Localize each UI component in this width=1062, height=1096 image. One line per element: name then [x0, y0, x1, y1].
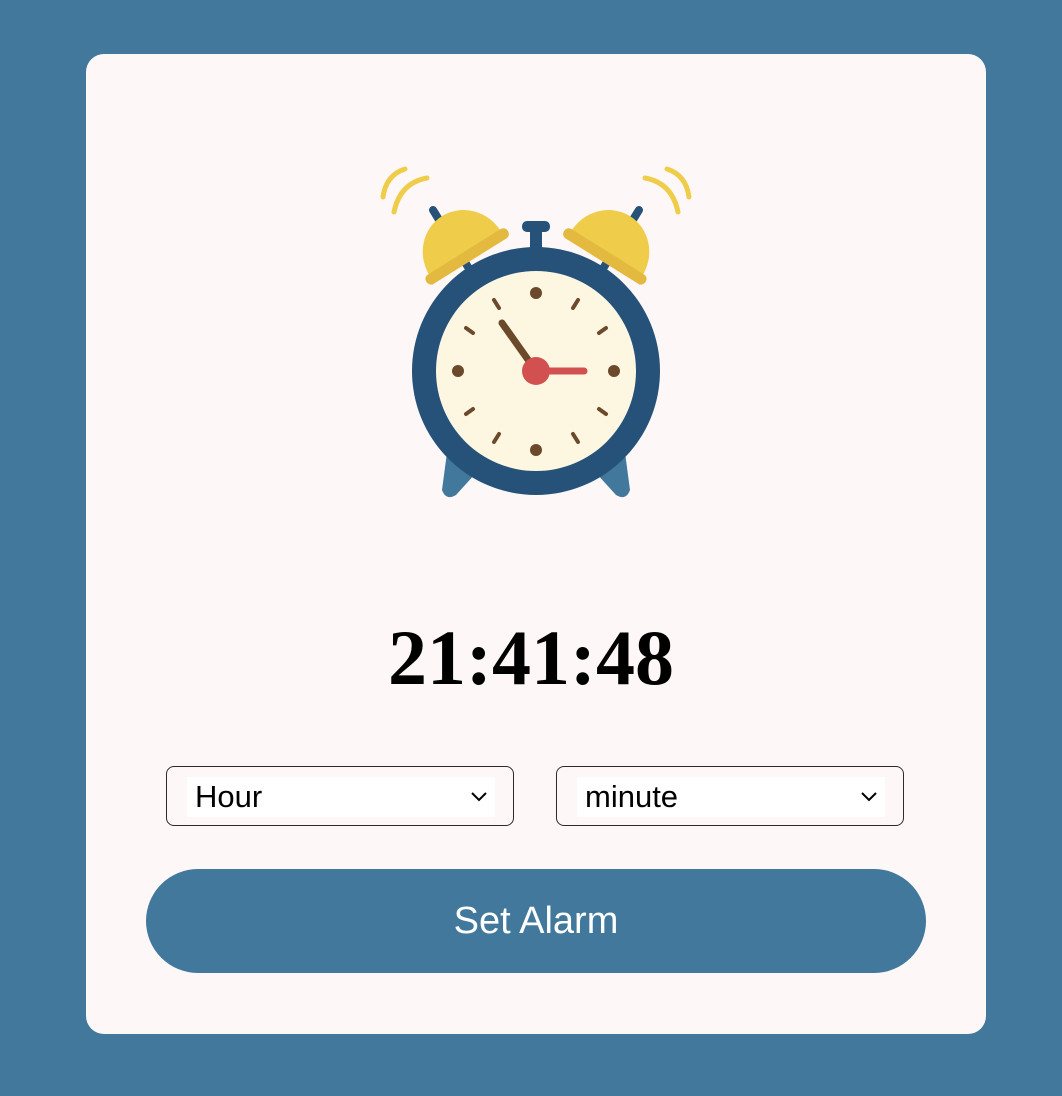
- chevron-down-icon: [861, 792, 877, 802]
- current-time: 21:41:48: [388, 614, 674, 701]
- hour-select-value: Hour: [195, 779, 263, 814]
- minute-select[interactable]: minute: [556, 766, 904, 826]
- minute-select-inner: minute: [577, 777, 885, 817]
- hour-select[interactable]: Hour: [166, 766, 514, 826]
- alarm-clock-icon: [360, 155, 712, 515]
- hour-select-inner: Hour: [187, 777, 495, 817]
- minute-select-value: minute: [585, 779, 679, 814]
- set-alarm-button[interactable]: Set Alarm: [146, 869, 926, 973]
- chevron-down-icon: [471, 792, 487, 802]
